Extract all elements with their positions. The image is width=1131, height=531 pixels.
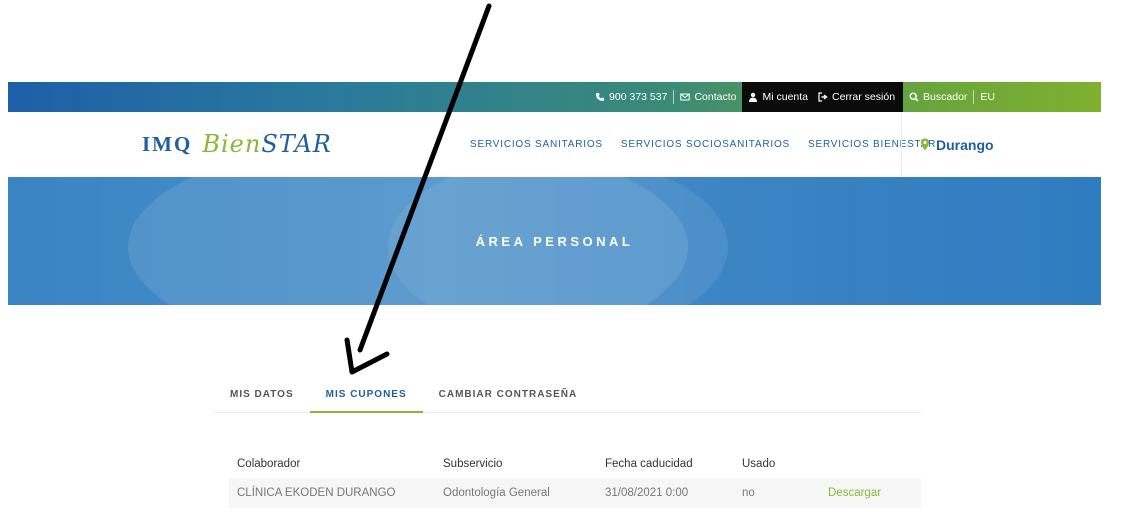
divider [901, 112, 902, 177]
table-header-row: Colaborador Subservicio Fecha caducidad … [229, 450, 921, 478]
account-group: Mi cuenta Cerrar sesión [742, 82, 904, 112]
my-account-link[interactable]: Mi cuenta [748, 82, 808, 112]
phone-link[interactable]: 900 373 537 [589, 82, 673, 112]
tab-mis-cupones[interactable]: MIS CUPONES [309, 377, 423, 413]
phone-icon [596, 93, 605, 101]
column-header-colaborador: Colaborador [237, 458, 301, 470]
contact-label: Contacto [694, 91, 737, 103]
contact-link[interactable]: Contacto [674, 82, 742, 112]
logo-bien-text: Bien [202, 130, 262, 158]
coupons-table: Colaborador Subservicio Fecha caducidad … [229, 450, 921, 508]
logout-icon [818, 92, 828, 102]
site-header: IMQ Bien STAR SERVICIOS SANITARIOS SERVI… [8, 112, 1101, 178]
language-switch[interactable]: EU [974, 82, 1001, 112]
cell-subservicio: Odontología General [443, 487, 550, 499]
location-selector[interactable]: Durango [920, 112, 994, 177]
search-language-group: Buscador EU [903, 82, 1101, 112]
tab-cambiar-contrasena[interactable]: CAMBIAR CONTRASEÑA [423, 377, 594, 411]
search-label: Buscador [923, 91, 968, 103]
hero-banner: ÁREA PERSONAL [8, 177, 1101, 305]
main-nav: SERVICIOS SANITARIOS SERVICIOS SOCIOSANI… [470, 112, 936, 177]
logout-link[interactable]: Cerrar sesión [818, 82, 895, 112]
nav-servicios-bienestar[interactable]: SERVICIOS BIENESTAR [808, 139, 936, 150]
my-account-label: Mi cuenta [762, 91, 809, 103]
download-link[interactable]: Descargar [828, 487, 921, 499]
cell-colaborador: CLÍNICA EKODEN DURANGO [237, 487, 396, 499]
nav-servicios-sanitarios[interactable]: SERVICIOS SANITARIOS [470, 139, 603, 150]
logo-imq-text: IMQ [142, 131, 193, 156]
account-tabs: MIS DATOS MIS CUPONES CAMBIAR CONTRASEÑA [214, 377, 921, 413]
page-title: ÁREA PERSONAL [8, 177, 1101, 305]
column-header-fecha: Fecha caducidad [605, 458, 693, 470]
user-icon [749, 92, 758, 102]
cell-usado: no [742, 487, 755, 499]
column-header-usado: Usado [742, 458, 776, 470]
tab-mis-datos[interactable]: MIS DATOS [214, 377, 310, 411]
logout-label: Cerrar sesión [832, 91, 896, 103]
table-row: CLÍNICA EKODEN DURANGO Odontología Gener… [229, 478, 921, 508]
nav-servicios-sociosanitarios[interactable]: SERVICIOS SOCIOSANITARIOS [621, 139, 790, 150]
imq-bienstar-logo[interactable]: IMQ Bien STAR [142, 122, 332, 166]
search-link[interactable]: Buscador [903, 82, 973, 112]
search-icon [909, 92, 919, 102]
map-pin-icon [921, 138, 929, 151]
location-name: Durango [936, 136, 994, 153]
arrow-head [344, 337, 390, 375]
page-title-text: ÁREA PERSONAL [475, 233, 634, 249]
logo-star-text: STAR [261, 130, 332, 158]
cell-fecha: 31/08/2021 0:00 [605, 487, 689, 499]
envelope-icon [680, 93, 691, 101]
phone-number: 900 373 537 [609, 91, 668, 103]
top-utility-bar: 900 373 537 Contacto Mi cuenta Cerrar se… [8, 82, 1101, 112]
column-header-subservicio: Subservicio [443, 458, 503, 470]
